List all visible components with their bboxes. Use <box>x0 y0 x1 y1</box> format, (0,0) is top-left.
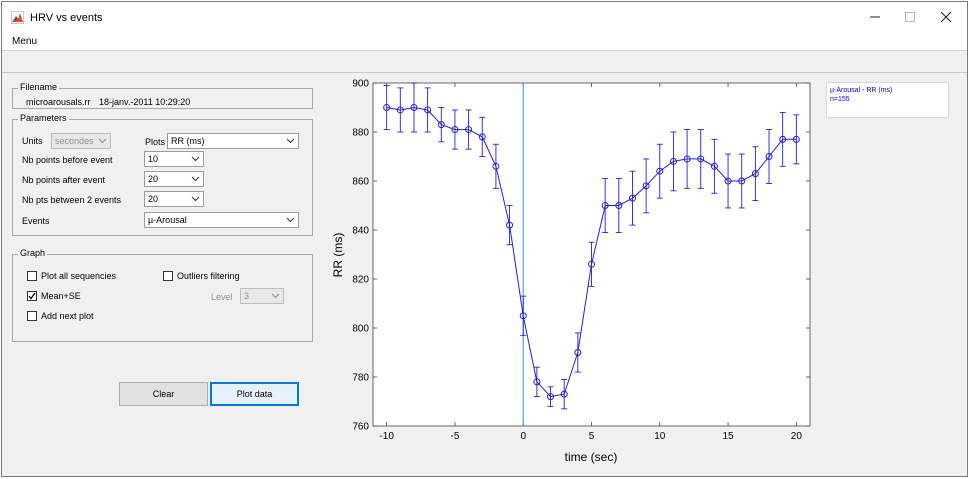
y-tick-label: 800 <box>352 324 369 335</box>
checkmark-icon <box>28 292 36 300</box>
filename-panel-title: Filename <box>18 82 60 92</box>
events-select-value: µ-Arousal <box>148 215 187 225</box>
y-tick-label: 880 <box>352 128 369 139</box>
x-tick-label: 0 <box>520 431 526 442</box>
level-select-value: 3 <box>244 291 250 301</box>
rr-chart: 760 780 800 820 840 860 880 900 -10 -5 0 5 10 15 20 t… <box>331 79 811 464</box>
level-select: 3 <box>240 288 284 304</box>
minimize-button[interactable] <box>860 6 890 28</box>
mean-se-label: Mean+SE <box>41 291 81 301</box>
chevron-down-icon <box>98 138 107 144</box>
filename-panel: Filename microarousals.rr 18-janv.-2011 … <box>12 82 313 109</box>
mean-se-checkbox[interactable] <box>27 291 37 301</box>
points-before-label: Nb points before event <box>22 155 113 165</box>
points-before-value: 10 <box>148 154 159 164</box>
chevron-down-icon <box>286 138 295 144</box>
y-tick-label: 840 <box>352 226 369 237</box>
x-tick-label: -5 <box>450 431 459 442</box>
chevron-down-icon <box>191 196 200 202</box>
x-tick-label: -10 <box>379 431 394 442</box>
x-axis-label: time (sec) <box>565 450 618 464</box>
graph-panel: Graph Plot all sequencies Outliers filte… <box>12 248 313 342</box>
points-after-select[interactable]: 20 <box>144 171 204 187</box>
points-between-label: Nb pts between 2 events <box>22 195 122 205</box>
clear-button[interactable]: Clear <box>119 382 208 406</box>
outliers-label: Outliers filtering <box>177 271 240 281</box>
window-title: HRV vs events <box>30 12 103 24</box>
chevron-down-icon <box>191 176 200 182</box>
x-tick-label: 15 <box>723 431 735 442</box>
parameters-panel: Parameters Units secondes Plots RR (ms) … <box>12 113 313 236</box>
menu-item-menu[interactable]: Menu <box>12 36 37 47</box>
points-after-label: Nb points after event <box>22 175 106 185</box>
points-after-value: 20 <box>148 174 159 184</box>
units-select: secondes <box>51 133 111 149</box>
y-axis-label: RR (ms) <box>331 233 345 278</box>
plots-select-value: RR (ms) <box>171 136 205 146</box>
level-label: Level <box>211 292 233 302</box>
close-icon <box>941 12 951 22</box>
outliers-checkbox[interactable] <box>163 271 173 281</box>
plots-label: Plots <box>145 137 166 147</box>
maximize-icon <box>905 12 915 22</box>
chevron-down-icon <box>286 217 295 223</box>
minimize-icon <box>870 16 880 18</box>
chevron-down-icon <box>191 156 200 162</box>
events-label: Events <box>22 216 50 226</box>
plot-all-checkbox[interactable] <box>27 271 37 281</box>
file-date-value: 18-janv.-2011 10:29:20 <box>99 97 191 107</box>
legend-count-label: n=155 <box>830 96 850 103</box>
units-label: Units <box>22 136 43 146</box>
events-select[interactable]: µ-Arousal <box>144 212 299 228</box>
app-window: HRV vs events Menu Filename microarousal… <box>1 1 968 477</box>
add-next-plot-checkbox[interactable] <box>27 311 37 321</box>
x-tick-label: 5 <box>589 431 595 442</box>
points-between-value: 20 <box>148 194 159 204</box>
legend-box: µ-Arousal - RR (ms) n=155 <box>826 82 949 118</box>
title-bar: HRV vs events <box>2 2 967 33</box>
points-before-select[interactable]: 10 <box>144 151 204 167</box>
x-tick-label: 10 <box>654 431 666 442</box>
y-tick-label: 820 <box>352 275 369 286</box>
y-tick-label: 900 <box>352 79 369 90</box>
legend-series-label: µ-Arousal - RR (ms) <box>830 87 893 94</box>
y-tick-label: 760 <box>352 422 369 433</box>
graph-panel-title: Graph <box>18 248 48 258</box>
x-tick-label: 20 <box>791 431 803 442</box>
menu-bar: Menu <box>2 33 967 51</box>
units-select-value: secondes <box>55 136 94 146</box>
maximize-button[interactable] <box>895 6 925 28</box>
plots-select[interactable]: RR (ms) <box>167 133 299 149</box>
matlab-app-icon <box>11 11 24 24</box>
points-between-select[interactable]: 20 <box>144 191 204 207</box>
filename-value: microarousals.rr <box>26 97 91 107</box>
y-tick-label: 780 <box>352 373 369 384</box>
y-tick-label: 860 <box>352 177 369 188</box>
parameters-panel-title: Parameters <box>18 113 69 123</box>
chevron-down-icon <box>271 293 280 299</box>
plot-all-label: Plot all sequencies <box>41 271 117 281</box>
add-next-plot-label: Add next plot <box>41 311 94 321</box>
plot-data-button[interactable]: Plot data <box>210 382 299 406</box>
toolbar <box>2 51 967 73</box>
close-button[interactable] <box>931 6 961 28</box>
